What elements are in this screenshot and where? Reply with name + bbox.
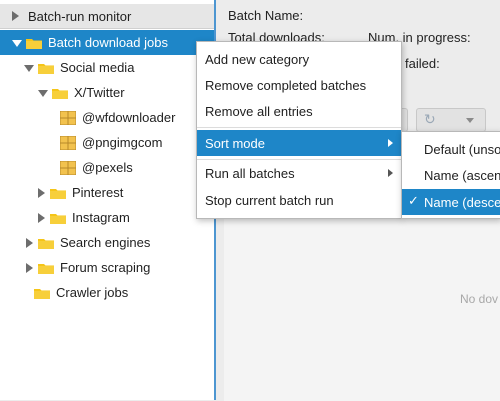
tree-item-crawler-jobs[interactable]: Crawler jobs (0, 280, 214, 305)
tree-item-pngimgcom[interactable]: @pngimgcom (0, 130, 214, 155)
collapse-arrow-icon[interactable] (12, 38, 22, 48)
folder-icon (34, 287, 50, 299)
menu-item-label: Remove all entries (205, 103, 313, 119)
expand-arrow-icon[interactable] (36, 212, 46, 223)
submenu-item-label: Name (desce (424, 194, 500, 210)
menu-item-run-all-batches[interactable]: Run all batches (197, 160, 401, 186)
tree-item-label: @pexels (82, 160, 133, 175)
tree-item-label: Instagram (72, 210, 130, 225)
folder-icon (52, 87, 68, 99)
batch-grid-icon (60, 135, 76, 150)
folder-icon (26, 37, 42, 49)
folder-icon (38, 62, 54, 74)
menu-item-add-new-category[interactable]: Add new category (197, 46, 401, 72)
tree-item-instagram[interactable]: Instagram (0, 205, 214, 230)
collapse-arrow-icon[interactable] (24, 63, 34, 73)
tree-item-pexels[interactable]: @pexels (0, 155, 214, 180)
submenu-item-default-unsorted[interactable]: Default (unso (402, 136, 500, 162)
menu-item-stop-current-batch-run[interactable]: Stop current batch run (197, 187, 401, 213)
chevron-down-icon[interactable] (466, 118, 474, 123)
tree-item-social-media[interactable]: Social media (0, 55, 214, 80)
folder-icon (50, 187, 66, 199)
tree-header-batch-run-monitor[interactable]: Batch-run monitor (0, 4, 214, 29)
collapse-arrow-icon[interactable] (38, 88, 48, 98)
folder-icon (38, 237, 54, 249)
folder-icon (50, 212, 66, 224)
expand-arrow-icon[interactable] (36, 187, 46, 198)
tree-item-label: Forum scraping (60, 260, 151, 275)
tree-item-wfdownloader[interactable]: @wfdownloader (0, 105, 214, 130)
menu-separator (197, 127, 401, 128)
batch-tree: Batch-run monitor Batch download jobs So… (0, 0, 214, 400)
menu-item-label: Remove completed batches (205, 77, 367, 93)
tree-item-label: Crawler jobs (56, 285, 129, 300)
expand-arrow-icon[interactable] (24, 262, 34, 273)
folder-icon (38, 262, 54, 274)
tree-item-forum-scraping[interactable]: Forum scraping (0, 255, 214, 280)
expand-arrow-icon[interactable] (24, 237, 34, 248)
tree-item-label: Pinterest (72, 185, 124, 200)
submenu-item-label: Default (unso (424, 141, 500, 157)
sort-mode-submenu: Default (unso Name (ascen ✓ Name (desce (401, 131, 500, 219)
batch-grid-icon (60, 110, 76, 125)
refresh-icon: ↻ (424, 111, 436, 127)
failed-label: failed: (405, 56, 440, 71)
menu-item-label: Run all batches (205, 165, 295, 181)
menu-item-label: Sort mode (205, 135, 265, 151)
context-menu: Add new category Remove completed batche… (196, 41, 402, 219)
checkmark-icon: ✓ (408, 193, 419, 208)
tree-item-search-engines[interactable]: Search engines (0, 230, 214, 255)
tree-item-pinterest[interactable]: Pinterest (0, 180, 214, 205)
submenu-arrow-icon (388, 139, 393, 147)
batch-grid-icon (60, 160, 76, 175)
tree-item-label: Batch download jobs (48, 35, 168, 50)
tree-item-label: Social media (60, 60, 135, 75)
tree-item-label: @pngimgcom (82, 135, 163, 150)
batch-name-label: Batch Name: (228, 8, 304, 23)
tree-header-label: Batch-run monitor (28, 8, 132, 24)
submenu-item-name-ascending[interactable]: Name (ascen (402, 162, 500, 188)
submenu-item-label: Name (ascen (424, 167, 500, 183)
menu-item-label: Add new category (205, 51, 310, 67)
menu-item-remove-all-entries[interactable]: Remove all entries (197, 98, 401, 124)
expand-arrow-icon[interactable] (10, 11, 20, 21)
menu-item-remove-completed-batches[interactable]: Remove completed batches (197, 72, 401, 98)
tree-item-label: @wfdownloader (82, 110, 176, 125)
tree-item-x-twitter[interactable]: X/Twitter (0, 80, 214, 105)
submenu-arrow-icon (388, 169, 393, 177)
tree-item-batch-download-jobs[interactable]: Batch download jobs (0, 30, 214, 55)
tree-item-label: X/Twitter (74, 85, 125, 100)
menu-item-label: Stop current batch run (205, 192, 334, 208)
tree-item-label: Search engines (60, 235, 151, 250)
submenu-item-name-descending[interactable]: ✓ Name (desce (402, 189, 500, 215)
empty-table-text: No dov (460, 292, 499, 306)
menu-item-sort-mode[interactable]: Sort mode (197, 130, 401, 156)
